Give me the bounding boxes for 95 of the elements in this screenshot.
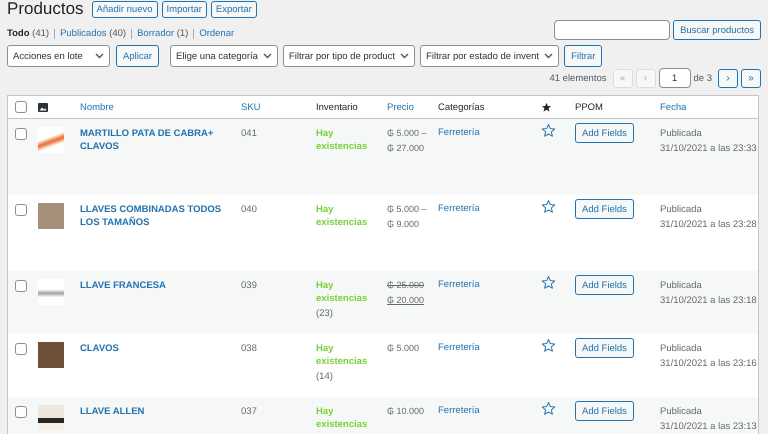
post-status: Publicada bbox=[660, 279, 702, 292]
add-fields-button[interactable]: Add Fields bbox=[575, 275, 634, 295]
product-name-link[interactable]: LLAVE FRANCESA bbox=[80, 279, 166, 292]
price-text: ₲ 27.000 bbox=[387, 142, 424, 155]
add-fields-button[interactable]: Add Fields bbox=[575, 123, 634, 143]
chevron-down-icon bbox=[544, 53, 554, 59]
page-total: de 3 bbox=[694, 72, 712, 84]
search-field[interactable] bbox=[554, 20, 670, 40]
category-link[interactable]: Ferretería bbox=[438, 342, 480, 353]
page-button[interactable]: » bbox=[741, 68, 761, 88]
search-button[interactable]: Buscar productos bbox=[673, 20, 761, 40]
stock-status: Hay existencias bbox=[316, 405, 366, 431]
row-checkbox[interactable] bbox=[15, 343, 27, 355]
post-status: Publicada bbox=[660, 405, 702, 418]
post-date: 31/10/2021 a las 23:28 bbox=[660, 218, 757, 231]
select-all-checkbox[interactable] bbox=[15, 101, 27, 113]
sku-text: 041 bbox=[241, 127, 257, 140]
photo-placeholder bbox=[38, 342, 64, 368]
category-link[interactable]: Ferretería bbox=[438, 127, 480, 138]
page-number-field[interactable]: 1 bbox=[658, 68, 690, 88]
view-link[interactable]: Borrador (1) bbox=[137, 28, 188, 39]
image-icon bbox=[38, 102, 48, 112]
price-text: ₲ 5.000 bbox=[387, 342, 420, 355]
row-checkbox[interactable] bbox=[15, 406, 27, 418]
star-icon[interactable] bbox=[541, 199, 556, 214]
header-button[interactable]: Importar bbox=[162, 0, 207, 18]
page-button[interactable]: › bbox=[718, 68, 738, 88]
price-text: ₲ 10.000 bbox=[387, 405, 424, 418]
product-name-link[interactable]: CLAVOS bbox=[80, 342, 119, 355]
column-header: Categorías bbox=[438, 102, 484, 112]
view-link[interactable]: Todo (41) bbox=[7, 28, 50, 39]
post-date: 31/10/2021 a las 23:16 bbox=[660, 357, 757, 370]
price-text: ₲ 25.000 bbox=[387, 279, 424, 292]
price-text: ₲ 20.000 bbox=[387, 294, 424, 307]
post-status: Publicada bbox=[660, 203, 702, 216]
apply-button[interactable]: Aplicar bbox=[116, 45, 160, 67]
filter-select[interactable]: Filtrar por estado de invent bbox=[420, 45, 560, 67]
product-name-link[interactable]: LLAVE ALLEN bbox=[80, 405, 144, 418]
sku-text: 037 bbox=[241, 405, 257, 418]
stock-status: Hay existencias bbox=[316, 127, 366, 153]
price-text: ₲ 5.000 – bbox=[387, 203, 427, 216]
column-header[interactable]: Fecha bbox=[660, 102, 686, 112]
add-fields-button[interactable]: Add Fields bbox=[575, 199, 634, 219]
post-date: 31/10/2021 a las 23:13 bbox=[660, 420, 757, 433]
add-fields-button[interactable]: Add Fields bbox=[575, 338, 634, 358]
header-button[interactable]: Exportar bbox=[210, 0, 257, 18]
page-title: Productos bbox=[7, 0, 84, 18]
view-link[interactable]: Ordenar bbox=[199, 28, 234, 39]
category-link[interactable]: Ferretería bbox=[438, 203, 480, 214]
filter-button[interactable]: Filtrar bbox=[564, 45, 602, 67]
photo-placeholder bbox=[38, 203, 64, 229]
product-name-link[interactable]: MARTILLO PATA DE CABRA+ CLAVOS bbox=[80, 127, 233, 153]
row-checkbox[interactable] bbox=[15, 280, 27, 292]
photo-placeholder bbox=[38, 127, 64, 153]
stock-count: (23) bbox=[316, 307, 333, 320]
star-icon[interactable] bbox=[541, 401, 556, 416]
product-name-link[interactable]: LLAVES COMBINADAS TODOS LOS TAMAÑOS bbox=[80, 203, 233, 229]
star-icon[interactable] bbox=[541, 338, 556, 353]
chevron-down-icon bbox=[262, 53, 272, 59]
star-icon[interactable] bbox=[541, 123, 556, 138]
item-count: 41 elementos bbox=[549, 72, 606, 84]
add-fields-button[interactable]: Add Fields bbox=[575, 401, 634, 421]
price-text: ₲ 9.000 bbox=[387, 218, 420, 231]
column-header: PPOM bbox=[575, 102, 603, 112]
post-date: 31/10/2021 a las 23:18 bbox=[660, 294, 757, 307]
photo-placeholder bbox=[38, 279, 64, 305]
stock-status: Hay existencias bbox=[316, 203, 366, 229]
bulk-actions-select[interactable]: Acciones en lote bbox=[7, 45, 110, 67]
row-checkbox[interactable] bbox=[15, 204, 27, 216]
star-icon[interactable] bbox=[541, 275, 556, 290]
stock-status: Hay existencias bbox=[316, 279, 366, 305]
sku-text: 040 bbox=[241, 203, 257, 216]
column-header[interactable]: Precio bbox=[387, 102, 414, 112]
chevron-down-icon bbox=[400, 53, 410, 59]
post-date: 31/10/2021 a las 23:33 bbox=[660, 142, 757, 155]
photo-placeholder bbox=[38, 405, 64, 431]
post-status: Publicada bbox=[660, 127, 702, 140]
chevron-down-icon bbox=[95, 53, 104, 59]
column-header[interactable]: Nombre bbox=[80, 102, 114, 112]
category-link[interactable]: Ferretería bbox=[438, 279, 480, 290]
filter-select[interactable]: Filtrar por tipo de product bbox=[282, 45, 416, 67]
star-icon bbox=[541, 102, 552, 112]
price-text: ₲ 5.000 – bbox=[387, 127, 427, 140]
stock-status: Hay existencias bbox=[316, 342, 366, 368]
filter-select[interactable]: Elige una categoría bbox=[170, 45, 278, 67]
category-link[interactable]: Ferretería bbox=[438, 405, 480, 416]
sku-text: 039 bbox=[241, 279, 257, 292]
column-header: Inventario bbox=[316, 102, 358, 112]
row-checkbox[interactable] bbox=[15, 128, 27, 140]
stock-count: (14) bbox=[316, 370, 333, 383]
column-header[interactable]: SKU bbox=[241, 102, 261, 112]
sku-text: 038 bbox=[241, 342, 257, 355]
view-link[interactable]: Publicados (40) bbox=[60, 28, 126, 39]
post-status: Publicada bbox=[660, 342, 702, 355]
header-button[interactable]: Añadir nuevo bbox=[92, 0, 158, 18]
